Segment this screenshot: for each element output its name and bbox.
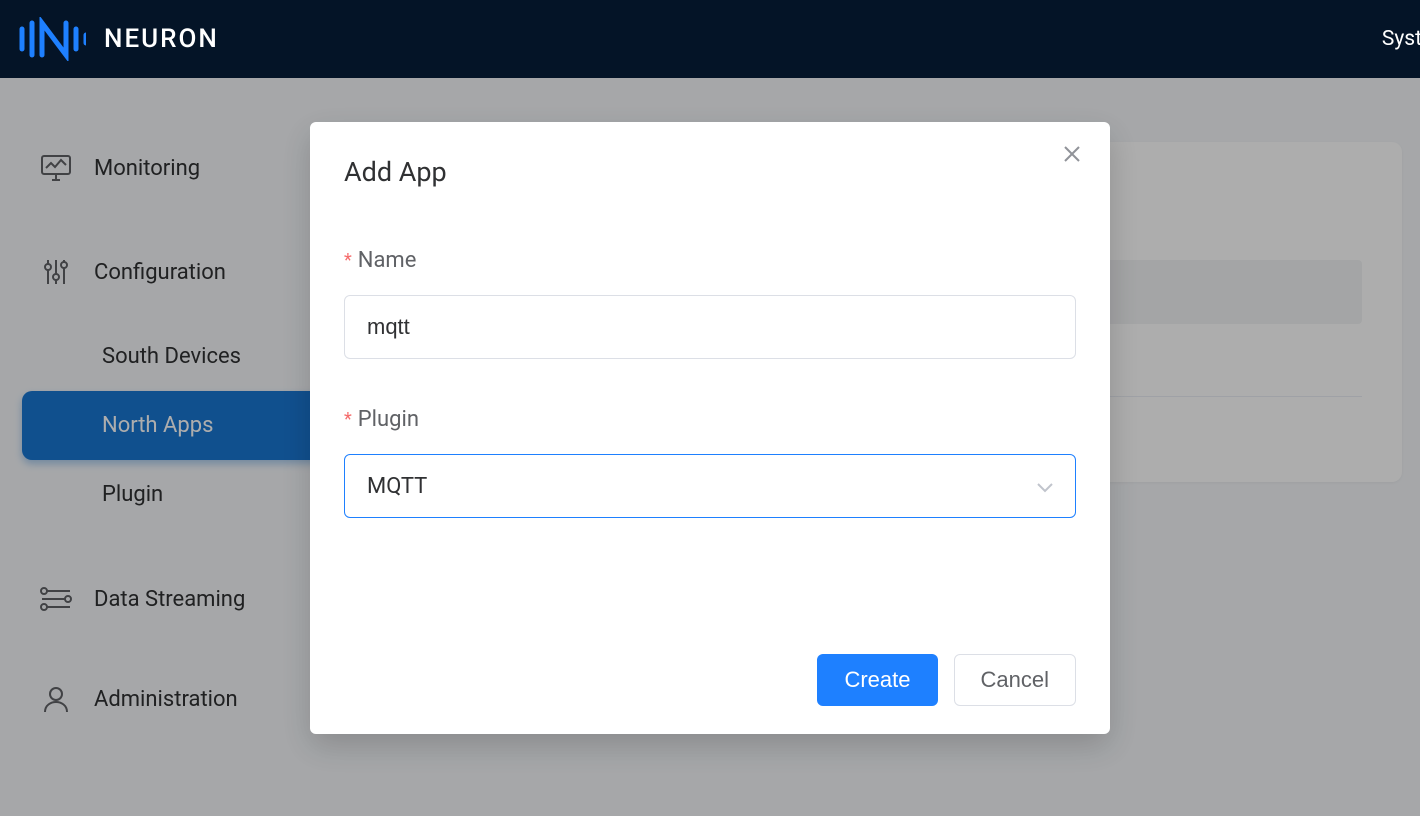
plugin-select[interactable]: MQTT [344, 454, 1076, 518]
add-app-dialog: Add App * Name * Plugin MQTT [310, 122, 1110, 734]
dialog-actions: Create Cancel [344, 654, 1076, 706]
field-label-plugin: * Plugin [344, 407, 1076, 432]
dialog-title: Add App [344, 156, 1076, 188]
label-text: Name [358, 248, 417, 273]
brand-text: NEURON [104, 24, 219, 54]
app-header: NEURON Syst [0, 0, 1420, 78]
required-asterisk-icon: * [344, 409, 352, 430]
brand: NEURON [18, 17, 219, 61]
close-icon [1063, 144, 1081, 168]
chevron-down-icon [1037, 474, 1053, 499]
name-input[interactable] [344, 295, 1076, 359]
create-button[interactable]: Create [817, 654, 937, 706]
form-row-name: * Name [344, 248, 1076, 359]
brand-logo-icon [18, 17, 86, 61]
modal-overlay[interactable]: Add App * Name * Plugin MQTT [0, 0, 1420, 816]
form-row-plugin: * Plugin MQTT [344, 407, 1076, 518]
header-menu-item[interactable]: Syst [1382, 27, 1420, 51]
select-value: MQTT [367, 474, 427, 499]
label-text: Plugin [358, 407, 419, 432]
required-asterisk-icon: * [344, 250, 352, 271]
cancel-button[interactable]: Cancel [954, 654, 1076, 706]
close-button[interactable] [1060, 144, 1084, 168]
field-label-name: * Name [344, 248, 1076, 273]
